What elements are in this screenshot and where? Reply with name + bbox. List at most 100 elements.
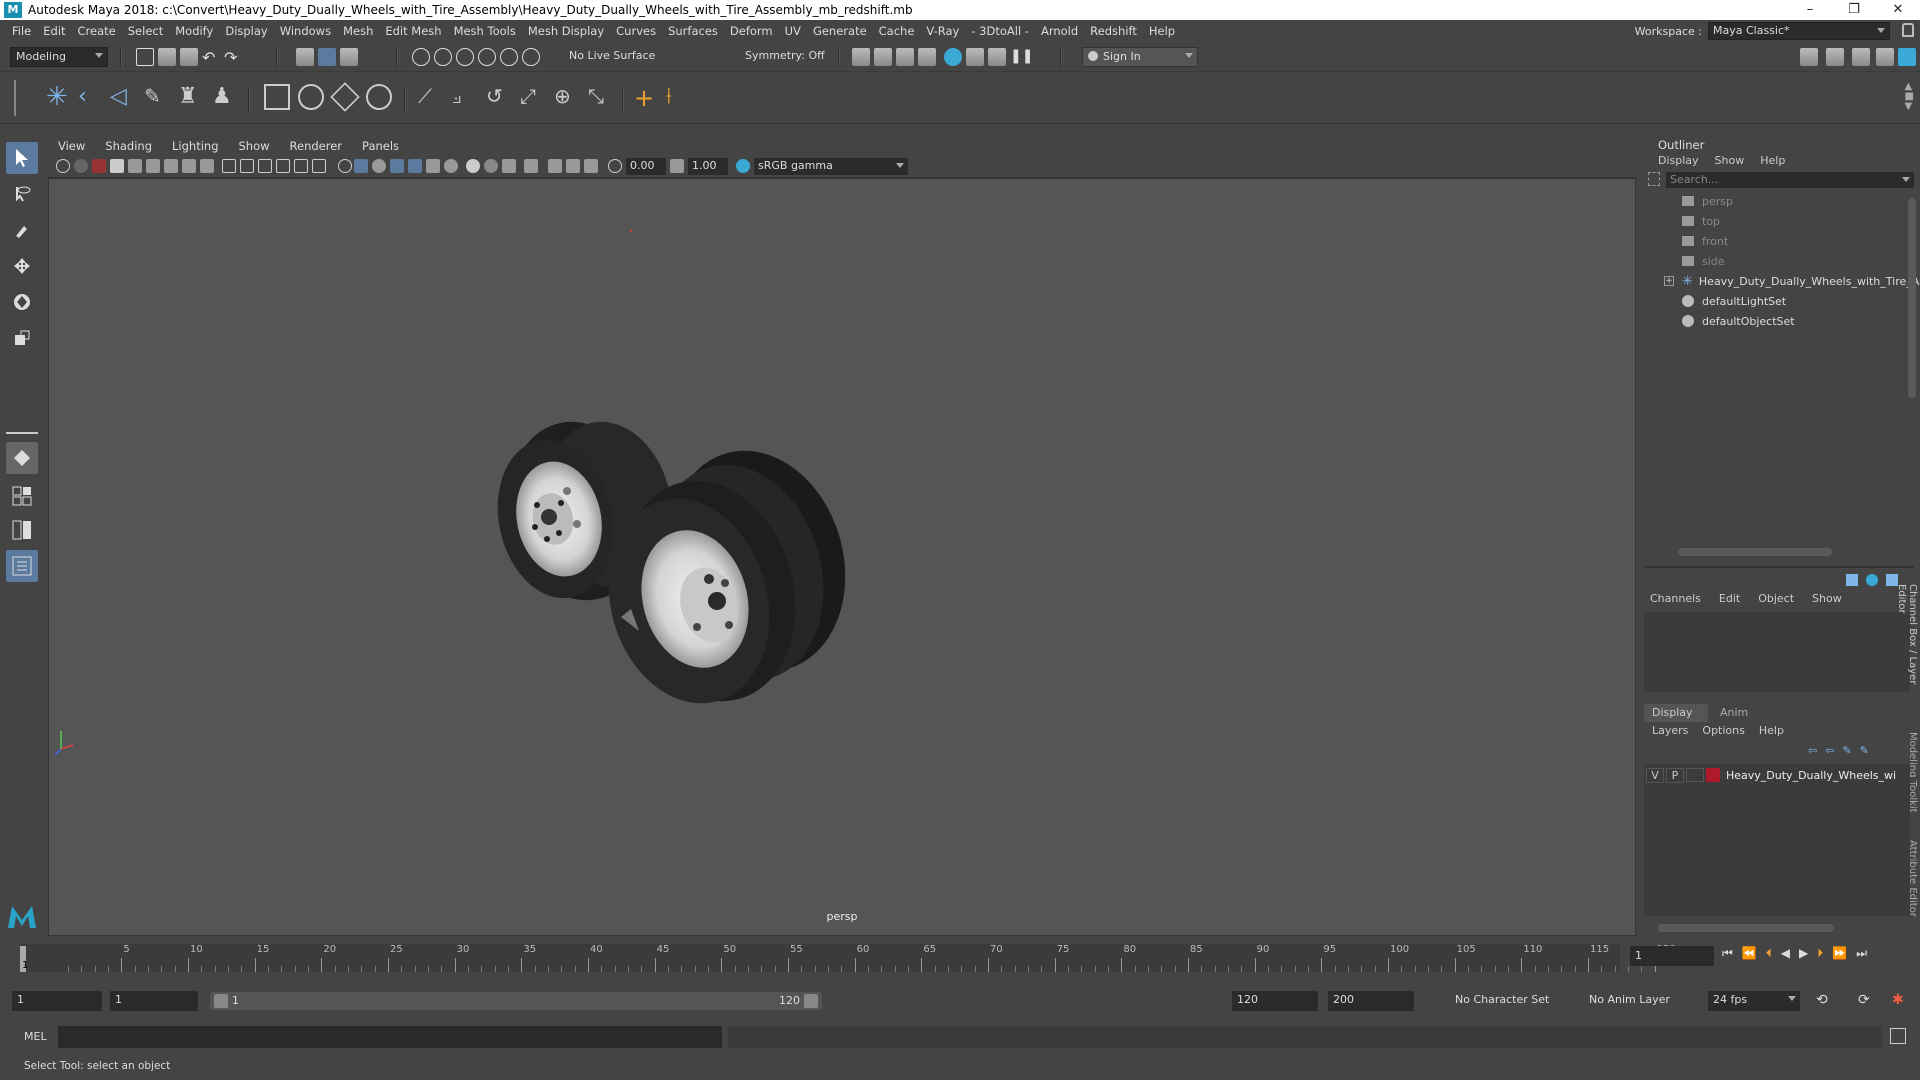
select-component-icon[interactable] bbox=[340, 48, 358, 66]
viewport-menu-view[interactable]: View bbox=[48, 139, 95, 153]
frame-selected-icon[interactable] bbox=[524, 159, 538, 173]
ambient-occlusion-icon[interactable] bbox=[408, 159, 422, 173]
outliner-vertical-scrollbar[interactable] bbox=[1908, 198, 1916, 398]
snap-curve-icon[interactable] bbox=[434, 48, 452, 66]
ssao-icon[interactable] bbox=[502, 159, 516, 173]
command-language-label[interactable]: MEL bbox=[24, 1030, 47, 1043]
rotate-tool-icon[interactable] bbox=[6, 286, 38, 318]
playback-end-field[interactable]: 120 bbox=[1232, 991, 1318, 1011]
layers-menu-layers[interactable]: Layers bbox=[1652, 724, 1688, 737]
minimize-button[interactable]: – bbox=[1788, 0, 1832, 20]
scale-tool-icon[interactable] bbox=[6, 322, 38, 354]
camera-lock-icon[interactable] bbox=[566, 159, 580, 173]
wireframe-icon[interactable] bbox=[222, 159, 236, 173]
wireframe-on-shaded-icon[interactable] bbox=[258, 159, 272, 173]
select-hierarchy-icon[interactable] bbox=[296, 48, 314, 66]
move-tool-icon[interactable] bbox=[6, 250, 38, 282]
ipr-render-icon[interactable] bbox=[918, 48, 936, 66]
step-forward-key-icon[interactable]: ⏩ bbox=[1832, 946, 1847, 961]
channelbox-menu-edit[interactable]: Edit bbox=[1719, 592, 1740, 605]
live-surface-field[interactable]: No Live Surface bbox=[564, 47, 664, 67]
menu-deform[interactable]: Deform bbox=[724, 24, 779, 38]
isolate-view-icon[interactable] bbox=[584, 159, 598, 173]
camera-attributes-icon[interactable] bbox=[74, 159, 88, 173]
depth-of-field-icon[interactable] bbox=[466, 159, 480, 173]
viewport-menu-shading[interactable]: Shading bbox=[95, 139, 162, 153]
outliner-menu-help[interactable]: Help bbox=[1760, 154, 1785, 167]
channelbox-menu-show[interactable]: Show bbox=[1812, 592, 1842, 605]
filter-icon[interactable] bbox=[1648, 172, 1660, 186]
workspace-dropdown[interactable]: Maya Classic* bbox=[1708, 22, 1890, 40]
select-tool-icon[interactable] bbox=[6, 142, 38, 174]
gamma-icon[interactable] bbox=[670, 159, 684, 173]
animation-preferences-icon[interactable]: ✱ bbox=[1892, 992, 1904, 1008]
color-management-icon[interactable] bbox=[736, 159, 750, 173]
anim-layer-dropdown[interactable]: No Anim Layer bbox=[1584, 991, 1688, 1011]
use-all-lights-icon[interactable] bbox=[294, 159, 308, 173]
menu-set-dropdown[interactable]: Modeling bbox=[10, 47, 108, 67]
outliner-layout-icon[interactable] bbox=[6, 550, 38, 582]
render-current-frame-icon[interactable] bbox=[896, 48, 914, 66]
image-plane-icon[interactable] bbox=[110, 159, 124, 173]
humanik-icon[interactable]: ♟ bbox=[212, 84, 238, 110]
view-transform-dropdown[interactable]: sRGB gamma bbox=[754, 158, 908, 175]
single-perspective-layout-icon[interactable] bbox=[6, 480, 38, 512]
outliner-item-object-set[interactable]: defaultObjectSet bbox=[1682, 312, 1795, 330]
range-start-handle[interactable] bbox=[214, 994, 228, 1008]
play-forwards-icon[interactable]: ▶ bbox=[1799, 946, 1808, 961]
hud-icon[interactable] bbox=[484, 159, 498, 173]
step-back-key-icon[interactable]: ⏪ bbox=[1742, 946, 1757, 961]
playback-start-field[interactable]: 1 bbox=[110, 991, 198, 1011]
range-end-handle[interactable] bbox=[804, 994, 818, 1008]
script-editor-icon[interactable] bbox=[1890, 1028, 1906, 1044]
menu-help[interactable]: Help bbox=[1143, 24, 1181, 38]
outliner-menu-display[interactable]: Display bbox=[1658, 154, 1699, 167]
shelf-menu-icon[interactable] bbox=[14, 80, 28, 116]
snap-view-plane-icon[interactable] bbox=[500, 48, 518, 66]
lock-icon[interactable] bbox=[1902, 23, 1914, 37]
exposure-icon[interactable] bbox=[608, 159, 622, 173]
loop-icon[interactable]: ⟲ bbox=[1816, 992, 1828, 1008]
toggle-channel-box-icon[interactable] bbox=[1898, 48, 1916, 66]
outliner-item-wheel-group[interactable]: + ✳ Heavy_Duty_Dually_Wheels_with_Tire_As bbox=[1664, 272, 1920, 290]
close-button[interactable]: ✕ bbox=[1876, 0, 1920, 20]
menu-mesh-tools[interactable]: Mesh Tools bbox=[448, 24, 522, 38]
new-scene-icon[interactable] bbox=[136, 48, 154, 66]
outliner-item-top[interactable]: top bbox=[1682, 212, 1720, 230]
outliner-horizontal-scrollbar[interactable] bbox=[1678, 548, 1832, 556]
select-camera-icon[interactable] bbox=[56, 159, 70, 173]
move-layer-down-icon[interactable]: ⇦ bbox=[1825, 744, 1834, 757]
menu-file[interactable]: File bbox=[6, 24, 37, 38]
menu-mesh-display[interactable]: Mesh Display bbox=[522, 24, 610, 38]
toggle-tool-settings-icon[interactable] bbox=[1852, 48, 1870, 66]
menu-surfaces[interactable]: Surfaces bbox=[662, 24, 724, 38]
point-constraint-icon[interactable]: ⟓ bbox=[452, 84, 478, 110]
gamma-field[interactable]: 1.00 bbox=[688, 158, 728, 175]
menu-modify[interactable]: Modify bbox=[169, 24, 219, 38]
create-joint-icon[interactable]: ‹ bbox=[78, 84, 104, 110]
resolution-gate-icon[interactable] bbox=[164, 159, 178, 173]
ik-handle-icon[interactable]: ◁ bbox=[110, 84, 136, 110]
menu-select[interactable]: Select bbox=[122, 24, 169, 38]
tab-anim[interactable]: Anim bbox=[1712, 704, 1762, 722]
perspective-viewport[interactable]: persp bbox=[48, 178, 1636, 936]
move-layer-up-icon[interactable]: ⇦ bbox=[1808, 744, 1817, 757]
menu-cache[interactable]: Cache bbox=[873, 24, 921, 38]
menu-generate[interactable]: Generate bbox=[807, 24, 873, 38]
film-gate-icon[interactable] bbox=[146, 159, 160, 173]
menu-edit[interactable]: Edit bbox=[37, 24, 71, 38]
go-to-end-icon[interactable]: ⏭ bbox=[1856, 946, 1867, 961]
layer-row[interactable]: V P Heavy_Duty_Dually_Wheels_wi bbox=[1646, 766, 1908, 784]
toggle-outliner-icon[interactable] bbox=[1876, 48, 1894, 66]
cluster-icon[interactable] bbox=[298, 84, 324, 110]
smooth-shade-icon[interactable] bbox=[240, 159, 254, 173]
layers-menu-help[interactable]: Help bbox=[1759, 724, 1784, 737]
sign-in-button[interactable]: Sign In bbox=[1082, 47, 1198, 67]
pole-vector-icon[interactable]: ⤡ bbox=[588, 84, 614, 110]
layers-horizontal-scrollbar[interactable] bbox=[1658, 924, 1834, 932]
shelf-scroll-icon[interactable]: ▲ ■ ▼ bbox=[1905, 82, 1914, 112]
time-slider[interactable]: 5 10 15 20 25 30 35 40 45 50 55 60 65 70 75 80 85 90 95 100… bbox=[0, 940, 1920, 976]
menu-arnold[interactable]: Arnold bbox=[1035, 24, 1084, 38]
new-layer-icon[interactable]: ✎ bbox=[1842, 744, 1851, 757]
outliner-item-light-set[interactable]: defaultLightSet bbox=[1682, 292, 1786, 310]
